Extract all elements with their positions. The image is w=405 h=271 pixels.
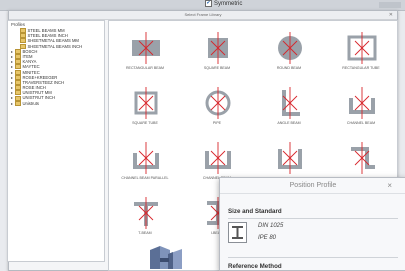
- section-divider: [228, 218, 398, 219]
- square-profile-icon: [208, 32, 228, 64]
- zbeam-profile-icon: [351, 142, 375, 174]
- profile-tile[interactable]: ROUND BEAM: [259, 31, 319, 77]
- symmetric-option[interactable]: ✔ Symmetric: [205, 0, 242, 7]
- profile-label: ROUND BEAM: [276, 66, 302, 70]
- folder-icon: [15, 100, 21, 106]
- standard-value: DIN 1025: [258, 223, 284, 229]
- panel-title: Position Profile: [220, 178, 405, 194]
- profile-tile[interactable]: RECTANGULAR TUBE: [331, 31, 391, 77]
- profile-tile[interactable]: RECTANGULAR BEAM: [115, 31, 175, 77]
- channel-profile-icon: [133, 142, 159, 174]
- profile-tile[interactable]: CHANNEL BEAM: [331, 86, 391, 132]
- profile-tile[interactable]: SQUARE BEAM: [187, 31, 247, 77]
- channel-profile-icon: [349, 87, 375, 119]
- channel2-profile-icon: [205, 142, 231, 174]
- profile-label: SQUARE BEAM: [203, 66, 231, 70]
- profile-tile[interactable]: ANGLE BEAM: [259, 86, 319, 132]
- size-section-heading: Size and Standard: [228, 208, 282, 215]
- size-value: IPE 80: [258, 235, 277, 241]
- profile-label: RECTANGULAR TUBE: [342, 66, 380, 70]
- profile-label: SQUARE TUBE: [132, 121, 158, 125]
- toolbar-controls: [379, 2, 401, 8]
- tree-item[interactable]: ▸ Unistruts: [8, 101, 104, 106]
- section-divider: [228, 257, 398, 258]
- profile-tile[interactable]: PIPE: [187, 86, 247, 132]
- round-profile-icon: [278, 32, 302, 64]
- tree-header: Profiles: [11, 22, 25, 27]
- symmetric-checkbox[interactable]: ✔: [205, 0, 212, 7]
- profile-label: ANGLE BEAM: [277, 121, 301, 125]
- profile-label: PIPE: [212, 121, 222, 125]
- angle-profile-icon: [282, 87, 300, 119]
- tree-item-label: Unistruts: [22, 100, 40, 106]
- rect-profile-icon: [132, 32, 160, 64]
- profile-tile[interactable]: SQUARE TUBE: [115, 86, 175, 132]
- profile-tree[interactable]: Profiles STEEL BEAMS MM STEEL BEAMS INCH S…: [7, 20, 105, 262]
- symmetric-label: Symmetric: [214, 0, 243, 7]
- profile-tile[interactable]: CHANNEL BEAM PARALLEL: [115, 141, 175, 187]
- profile-label: CHANNEL BEAM: [346, 121, 376, 125]
- tbeam-profile-icon: [134, 197, 158, 229]
- profile-label: RECTANGULAR BEAM: [125, 66, 165, 70]
- profile-label: CHANNEL BEAM PARALLEL: [121, 176, 169, 180]
- ibeam-profile-icon[interactable]: [228, 222, 247, 243]
- position-profile-panel: Position Profile × Size and Standard DIN…: [219, 177, 405, 271]
- dialog-close-icon[interactable]: ✕: [389, 12, 393, 18]
- squaretube-profile-icon: [134, 87, 158, 119]
- panel-close-icon[interactable]: ×: [387, 181, 392, 190]
- channel3-profile-icon: [278, 142, 302, 174]
- recttube-profile-icon: [347, 32, 377, 64]
- pipe-profile-icon: [205, 87, 231, 119]
- profile-label: T-BEAM: [138, 231, 152, 235]
- beam-3d-preview-icon: [150, 246, 182, 269]
- dialog-title: Select Frame Library: [9, 11, 397, 20]
- profile-tile[interactable]: T-BEAM: [115, 196, 175, 242]
